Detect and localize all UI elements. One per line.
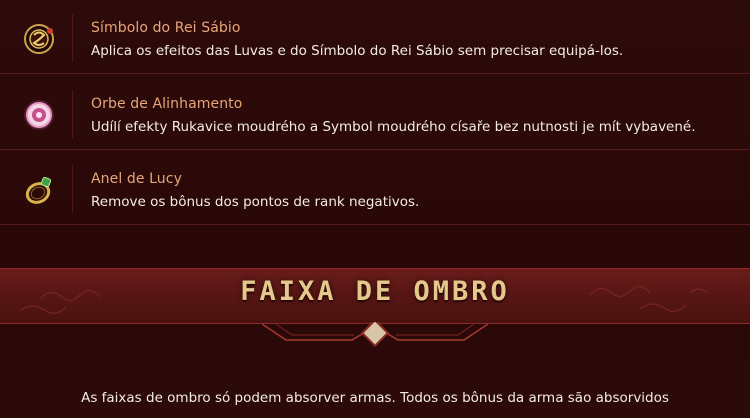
list-item-alignment-orb[interactable]: Orbe de Alinhamento Udílí efekty Rukavic… bbox=[0, 76, 750, 150]
item-description: Udílí efekty Rukavice moudrého a Symbol … bbox=[91, 119, 696, 135]
divider bbox=[72, 14, 73, 62]
section-intro: As faixas de ombro só podem absorver arm… bbox=[81, 390, 669, 406]
sage-king-symbol-icon bbox=[22, 22, 56, 56]
item-description: Remove os bônus dos pontos de rank negat… bbox=[91, 194, 420, 210]
item-name: Símbolo do Rei Sábio bbox=[91, 20, 241, 36]
item-description: Aplica os efeitos das Luvas e do Símbolo… bbox=[91, 43, 624, 59]
alignment-orb-icon bbox=[22, 98, 56, 132]
section-title: FAIXA DE OMBRO bbox=[240, 276, 510, 307]
item-name: Orbe de Alinhamento bbox=[91, 96, 243, 112]
banner-ornament bbox=[261, 318, 489, 348]
list-item-sage-king-symbol[interactable]: Símbolo do Rei Sábio Aplica os efeitos d… bbox=[0, 0, 750, 74]
divider bbox=[72, 90, 73, 138]
lucy-ring-icon bbox=[22, 173, 56, 207]
list-item-lucy-ring[interactable]: Anel de Lucy Remove os bônus dos pontos … bbox=[0, 151, 750, 225]
divider bbox=[72, 165, 73, 213]
item-name: Anel de Lucy bbox=[91, 171, 182, 187]
